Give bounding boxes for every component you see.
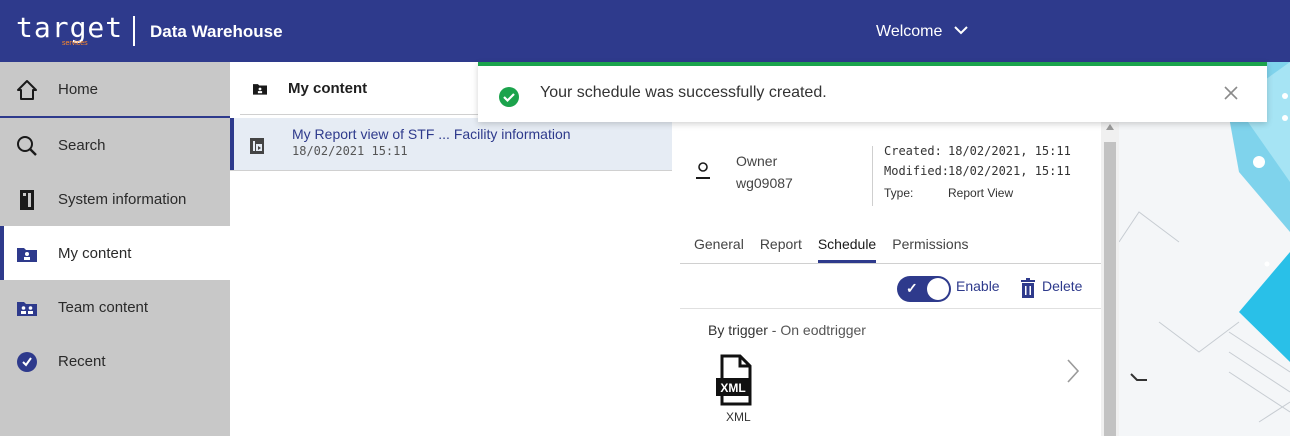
item-date: 18/02/2021 15:11 xyxy=(292,144,408,158)
sidebar-item-recent[interactable]: Recent xyxy=(0,334,230,388)
sidebar-item-my-content[interactable]: My content xyxy=(0,226,230,280)
enable-label[interactable]: Enable xyxy=(956,278,1000,294)
sidebar-item-label: My content xyxy=(58,244,132,262)
delete-button[interactable]: Delete xyxy=(1042,278,1082,294)
trash-icon[interactable] xyxy=(1020,278,1036,298)
check-circle-icon xyxy=(499,87,519,107)
divider xyxy=(680,263,1101,264)
panel-title: My content xyxy=(288,80,368,97)
report-view-icon xyxy=(250,138,264,154)
sidebar-item-label: Home xyxy=(58,80,99,98)
sidebar-item-search[interactable]: Search xyxy=(0,118,230,172)
user-icon xyxy=(696,162,710,179)
created-meta: Created: 18/02/2021, 15:11 xyxy=(884,144,1071,158)
scroll-up-arrow-icon[interactable] xyxy=(1106,124,1114,130)
logo: target xyxy=(16,11,124,44)
detail-panel: Owner wg09087 Created: 18/02/2021, 15:11 … xyxy=(680,120,1101,436)
close-icon[interactable] xyxy=(1222,84,1240,102)
welcome-menu[interactable]: Welcome xyxy=(876,23,942,41)
sidebar-item-home[interactable]: Home xyxy=(0,62,230,116)
logo-divider xyxy=(133,16,135,46)
sidebar: Home Search System information My conten… xyxy=(0,62,230,436)
xml-file-icon: XML xyxy=(716,354,752,406)
success-toast: Your schedule was successfully created. xyxy=(478,62,1267,122)
toast-message: Your schedule was successfully created. xyxy=(540,84,827,101)
tab-permissions[interactable]: Permissions xyxy=(892,236,968,263)
trigger-sub: - On eodtrigger xyxy=(767,322,866,338)
tab-report[interactable]: Report xyxy=(760,236,802,263)
divider xyxy=(680,308,1101,309)
format-label: XML xyxy=(726,410,751,424)
owner-label: Owner xyxy=(736,153,778,169)
modified-meta: Modified:18/02/2021, 15:11 xyxy=(884,164,1071,178)
type-key: Type: xyxy=(884,186,914,200)
list-item[interactable]: My Report view of STF ... Facility infor… xyxy=(230,118,672,170)
logo-subtext: services xyxy=(62,40,88,47)
sidebar-item-team-content[interactable]: Team content xyxy=(0,280,230,334)
home-icon xyxy=(17,80,37,100)
divider xyxy=(230,170,672,171)
chevron-right-icon[interactable] xyxy=(1066,358,1080,384)
sidebar-item-system-information[interactable]: System information xyxy=(0,172,230,226)
clock-icon xyxy=(17,352,37,372)
folder-user-icon xyxy=(17,248,37,262)
enable-toggle[interactable]: ✓ xyxy=(897,276,951,302)
type-meta: Type: Report View xyxy=(884,186,1013,200)
modified-key: Modified: xyxy=(884,164,950,178)
panel-header: My content xyxy=(252,80,367,97)
app-title: Data Warehouse xyxy=(150,22,283,41)
trigger-label: By trigger xyxy=(708,322,768,338)
item-title: My Report view of STF ... Facility infor… xyxy=(292,126,571,142)
created-key: Created: xyxy=(884,144,942,158)
top-bar: target services Data Warehouse Welcome xyxy=(0,0,1290,62)
sidebar-item-label: Team content xyxy=(58,298,149,316)
modified-value: 18/02/2021, 15:11 xyxy=(948,164,1071,178)
folder-user-icon xyxy=(253,83,267,95)
detail-tabs: General Report Schedule Permissions xyxy=(694,236,984,263)
sidebar-item-label: Recent xyxy=(58,352,106,370)
toggle-knob xyxy=(927,278,949,300)
sidebar-item-label: System information xyxy=(58,190,187,208)
owner-id: wg09087 xyxy=(736,175,793,191)
created-value: 18/02/2021, 15:11 xyxy=(948,144,1071,158)
check-icon: ✓ xyxy=(906,280,918,296)
folder-team-icon xyxy=(17,302,37,316)
scrollbar-thumb[interactable] xyxy=(1104,142,1116,436)
type-value: Report View xyxy=(948,186,1014,200)
system-info-icon xyxy=(20,190,34,210)
tab-general[interactable]: General xyxy=(694,236,744,263)
search-icon xyxy=(17,136,37,156)
schedule-trigger[interactable]: By trigger - On eodtrigger xyxy=(708,322,866,338)
tab-schedule[interactable]: Schedule xyxy=(817,236,877,263)
chevron-down-icon[interactable] xyxy=(952,21,970,39)
xml-icon-text: XML xyxy=(720,381,745,395)
divider xyxy=(872,146,873,206)
sidebar-item-label: Search xyxy=(58,136,106,154)
